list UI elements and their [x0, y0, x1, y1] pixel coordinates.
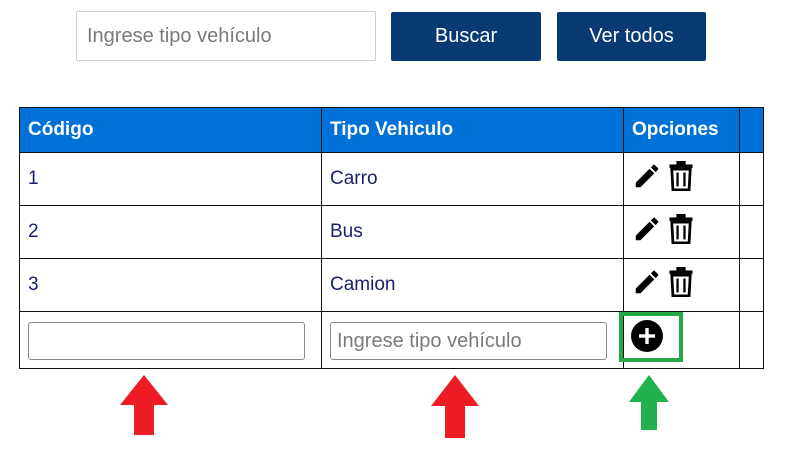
cell-options: [623, 258, 740, 312]
cell-new-code: [19, 311, 322, 369]
green-arrow-up-icon: [629, 375, 669, 430]
search-button[interactable]: Buscar: [391, 12, 541, 61]
plus-circle-icon[interactable]: [631, 320, 663, 352]
cell-options: [623, 152, 740, 206]
new-entry-row: [19, 311, 764, 369]
table-row: 2 Bus: [19, 205, 764, 259]
cell-type: Camion: [321, 258, 624, 312]
cell-extra: [739, 152, 764, 206]
cell-new-type: [321, 311, 624, 369]
search-input[interactable]: [76, 11, 376, 61]
cell-type: Carro: [321, 152, 624, 206]
table-row: 1 Carro: [19, 152, 764, 206]
cell-code: 1: [19, 152, 322, 206]
trash-icon[interactable]: [668, 161, 694, 191]
trash-icon[interactable]: [668, 214, 694, 244]
table-header-row: Código Tipo Vehiculo Opciones: [19, 107, 764, 153]
trash-icon[interactable]: [668, 267, 694, 297]
pencil-icon[interactable]: [632, 267, 662, 297]
cell-code: 3: [19, 258, 322, 312]
cell-extra: [739, 311, 764, 369]
new-code-input[interactable]: [28, 322, 305, 360]
header-extra: [739, 107, 764, 153]
cell-options: [623, 205, 740, 259]
pencil-icon[interactable]: [632, 214, 662, 244]
cell-extra: [739, 205, 764, 259]
new-type-input[interactable]: [330, 322, 607, 360]
header-code: Código: [19, 107, 322, 153]
cell-code: 2: [19, 205, 322, 259]
header-options: Opciones: [623, 107, 740, 153]
add-highlight-box: [619, 312, 683, 362]
cell-new-options: [619, 311, 740, 369]
view-all-button[interactable]: Ver todos: [557, 12, 706, 61]
pencil-icon[interactable]: [632, 161, 662, 191]
vehicle-type-table: Código Tipo Vehiculo Opciones 1 Carro 2 …: [19, 107, 764, 369]
cell-type: Bus: [321, 205, 624, 259]
red-arrow-up-icon: [431, 375, 479, 438]
red-arrow-up-icon: [120, 375, 168, 435]
header-vehicle-type: Tipo Vehiculo: [321, 107, 624, 153]
table-row: 3 Camion: [19, 258, 764, 312]
cell-extra: [739, 258, 764, 312]
